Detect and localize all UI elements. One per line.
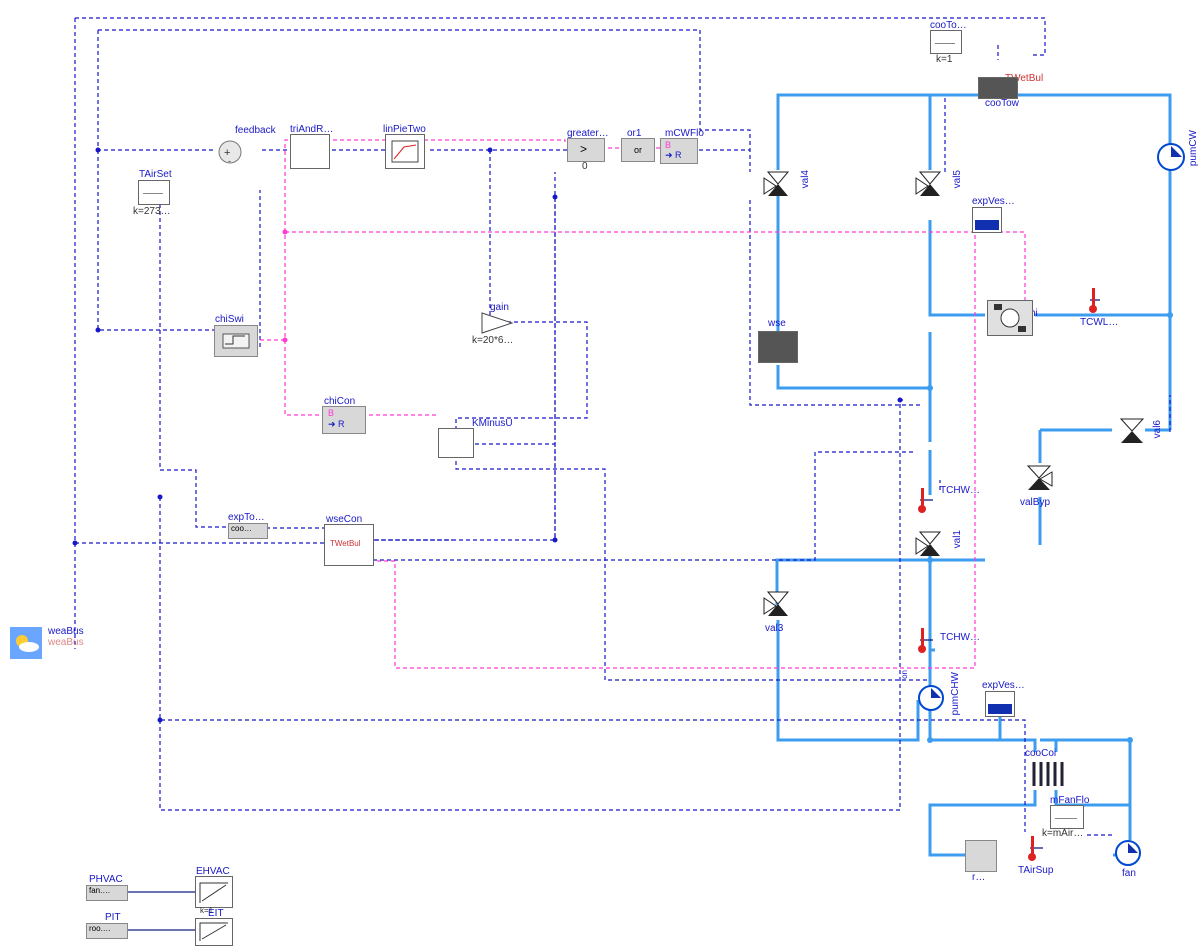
tcwl-sensor[interactable] (1083, 285, 1105, 315)
pumcw-block[interactable] (1154, 140, 1188, 174)
val4-block[interactable] (760, 168, 796, 204)
pumchw-label: pumCHW (950, 672, 961, 715)
chiswi-label: chiSwi (215, 314, 244, 325)
greater-zero: 0 (582, 161, 588, 172)
wse-label: wse (768, 318, 786, 329)
linpietwo-block[interactable] (385, 134, 425, 169)
wse-block[interactable] (758, 331, 798, 363)
coocoi-block[interactable] (1028, 760, 1066, 788)
weather-block[interactable] (10, 627, 42, 659)
expto-block[interactable]: coo… (228, 523, 268, 539)
tairset-k: k=273… (133, 206, 171, 217)
phvac-label: PHVAC (89, 874, 123, 885)
pit-label: PIT (105, 912, 121, 923)
mcwflo-block[interactable]: B ➜ R (660, 138, 698, 164)
valbyp-label: valByp (1020, 497, 1050, 508)
valbyp-block[interactable] (1022, 462, 1056, 496)
diagram-canvas: weaBus weaBus TAirSet k=273… feedback + … (0, 0, 1201, 949)
expto-label: expTo… (228, 512, 265, 523)
val3-block[interactable] (760, 588, 796, 622)
tairset-block[interactable] (138, 180, 170, 205)
val6-block[interactable] (1115, 415, 1149, 449)
feedback-label: feedback (235, 125, 276, 136)
expves-block[interactable] (972, 207, 1002, 233)
kminusu-label: KMinusU (472, 418, 513, 429)
r-label: r… (972, 872, 985, 883)
svg-text:-: - (228, 156, 231, 166)
gain-k: k=20*6… (472, 335, 513, 346)
pit-block[interactable]: roo.… (86, 923, 128, 939)
val5-label: val5 (952, 170, 963, 188)
cootow-label: cooTow (985, 98, 1019, 109)
tairsup-sensor[interactable] (1022, 833, 1044, 863)
cootow-block[interactable] (978, 77, 1018, 99)
chiswi-block[interactable] (214, 325, 258, 357)
val1-label: val1 (952, 530, 963, 548)
r-block[interactable] (965, 840, 997, 872)
expves2-label: expVes… (982, 680, 1025, 691)
chi-block[interactable] (987, 300, 1033, 336)
or1-block[interactable]: or (621, 138, 655, 162)
phvac-block[interactable]: fan.… (86, 885, 128, 901)
tairset-label: TAirSet (139, 169, 172, 180)
gain-block[interactable] (480, 311, 514, 335)
val6-label: val6 (1152, 420, 1163, 438)
on-label: on (900, 670, 909, 679)
greater-block[interactable]: > (567, 138, 605, 162)
weabus-label: weaBus (48, 626, 84, 637)
coocoi-label: cooCoi (1025, 748, 1056, 759)
fan-block[interactable] (1113, 838, 1143, 868)
val3-label: val3 (765, 623, 783, 634)
expves-label: expVes… (972, 196, 1015, 207)
tchw-sensor-1[interactable] (912, 485, 934, 515)
tairsup-label: TAirSup (1018, 865, 1053, 876)
kminusu-block[interactable] (438, 428, 474, 458)
chicon-block[interactable]: B ➜ R (322, 406, 366, 434)
mfanflo-k: k=mAir… (1042, 828, 1083, 839)
pumchw-block[interactable] (916, 683, 946, 713)
fan-label: fan (1122, 868, 1136, 879)
expves2-block[interactable] (985, 691, 1015, 717)
val4-label: val4 (800, 170, 811, 188)
weabus-label-2: weaBus (48, 637, 84, 648)
pumcw-label: pumCW (1188, 130, 1199, 166)
wsecon-block[interactable]: TWetBul (324, 524, 374, 566)
mfanflo-block[interactable] (1050, 805, 1084, 829)
tchw-label-1: TCHW… (940, 485, 980, 496)
tchw-sensor-2[interactable] (912, 625, 934, 655)
tcwl-label: TCWL… (1080, 317, 1118, 328)
triandr-block[interactable] (290, 134, 330, 169)
eit-block[interactable] (195, 918, 233, 946)
ehvac-block[interactable] (195, 876, 233, 908)
val5-block[interactable] (912, 168, 948, 204)
tchw-label-2: TCHW… (940, 632, 980, 643)
cooto-block[interactable] (930, 30, 962, 54)
val1-block[interactable] (912, 528, 948, 562)
cooto-k: k=1 (936, 54, 952, 65)
feedback-block[interactable]: + - (216, 138, 244, 166)
